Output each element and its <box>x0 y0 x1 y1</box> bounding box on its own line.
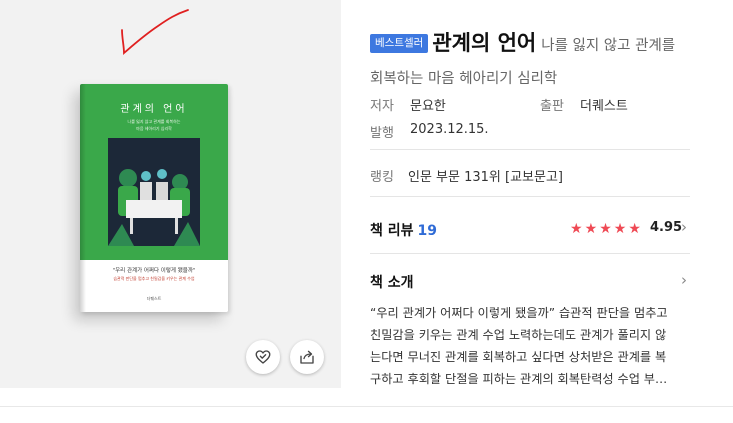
book-spine <box>80 84 86 312</box>
cover-publisher-mark: 더퀘스트 <box>146 296 162 301</box>
ranking-value[interactable]: 인문 부문 131위 [교보문고] <box>408 166 563 185</box>
book-image-panel: 관계의 언어 나를 잃지 않고 관계를 회복하는 마음 헤아리기 심리학 "우리… <box>0 0 341 388</box>
ranking-label: 랭킹 <box>370 170 394 185</box>
star-icon: ★ <box>570 221 583 237</box>
review-section-title[interactable]: 책 리뷰 19 <box>370 220 437 240</box>
star-icon: ★ <box>613 221 627 237</box>
bestseller-badge: 베스트셀러 <box>370 34 429 53</box>
rating-value: 4.95 <box>650 220 683 235</box>
divider <box>370 196 690 197</box>
divider <box>370 253 690 254</box>
intro-section-title[interactable]: 책 소개 <box>370 272 414 292</box>
cover-green-area: 관계의 언어 나를 잃지 않고 관계를 회복하는 마음 헤아리기 심리학 <box>80 84 228 260</box>
product-title: 관계의 언어 <box>432 31 537 55</box>
review-count: 19 <box>417 223 437 239</box>
intro-line: 친밀감을 키우는 관계 수업 노력하는데도 관계가 풀리지 않 <box>370 328 667 342</box>
red-check-annotation <box>121 9 189 55</box>
divider <box>370 149 690 150</box>
author-link[interactable]: 문요한 <box>410 95 446 114</box>
cover-subtitle: 나를 잃지 않고 관계를 회복하는 마음 헤아리기 심리학 <box>80 118 228 132</box>
book-intro-text: “우리 관계가 어쩌다 이렇게 됐을까” 습관적 판단을 멈추고친밀감을 키우는… <box>370 302 690 390</box>
intro-line: “우리 관계가 어쩌다 이렇게 됐을까” 습관적 판단을 멈추고 <box>370 306 668 320</box>
share-icon <box>300 350 314 364</box>
author-label: 저자 <box>370 99 394 114</box>
cover-quote: "우리 관계가 어쩌다 이렇게 됐을까" <box>112 268 196 274</box>
share-button[interactable] <box>290 340 324 374</box>
publisher-label: 출판 <box>540 99 564 114</box>
star-icon: ★ <box>584 221 598 237</box>
book-cover[interactable]: 관계의 언어 나를 잃지 않고 관계를 회복하는 마음 헤아리기 심리학 "우리… <box>80 84 228 312</box>
cover-subtitle-line: 나를 잃지 않고 관계를 회복하는 <box>127 119 181 124</box>
cover-illustration <box>108 138 200 246</box>
chevron-right-icon[interactable]: › <box>681 218 687 236</box>
divider <box>0 406 733 407</box>
cover-tagline: 습관적 판단을 멈추고 친밀감을 키우는 관계 수업 <box>113 276 195 281</box>
date-label: 발행 <box>370 126 394 141</box>
review-label: 책 리뷰 <box>370 223 414 239</box>
intro-line: 구하고 후회할 단절을 피하는 관계의 회복탄력성 수업 부… <box>370 372 668 386</box>
cover-subtitle-line: 마음 헤아리기 심리학 <box>136 126 172 131</box>
publish-date: 2023.12.15. <box>410 122 489 137</box>
publisher-link[interactable]: 더퀘스트 <box>580 95 628 114</box>
rating-stars: ★ ★ ★ ★ ★ <box>570 222 643 236</box>
product-title-block: 베스트셀러 관계의 언어 나를 잃지 않고 관계를 회복하는 마음 헤아리기 심리학 <box>370 27 690 95</box>
heart-check-icon <box>255 350 271 364</box>
wishlist-button[interactable] <box>246 340 280 374</box>
cover-title: 관계의 언어 <box>120 104 188 115</box>
star-icon: ★ <box>628 221 641 237</box>
intro-line: 는다면 무너진 관계를 회복하고 싶다면 상처받은 관계를 복 <box>370 350 667 364</box>
star-icon: ★ <box>599 221 612 237</box>
cover-white-area: "우리 관계가 어쩌다 이렇게 됐을까" 습관적 판단을 멈추고 친밀감을 키우… <box>80 260 228 312</box>
chevron-right-icon[interactable]: › <box>681 271 687 289</box>
